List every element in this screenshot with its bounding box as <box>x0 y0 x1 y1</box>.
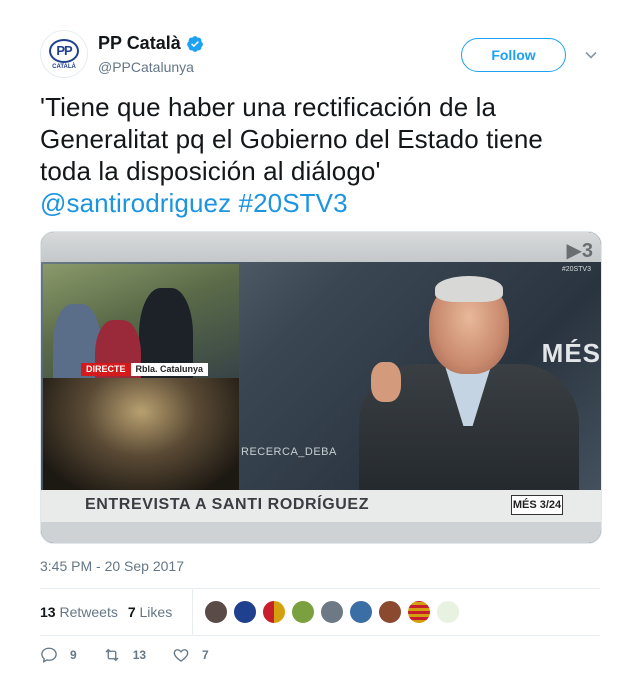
retweet-count: 13 <box>132 648 147 662</box>
divider <box>40 635 600 636</box>
like-count: 7 <box>202 648 209 662</box>
likes-stat[interactable]: 7 Likes <box>128 604 172 620</box>
liker-avatar[interactable] <box>320 600 345 624</box>
retweets-count: 13 <box>40 604 56 620</box>
likes-label: Likes <box>139 604 173 620</box>
tv3-logo-icon: ▶3 <box>566 240 593 262</box>
like-action[interactable]: 7 <box>172 646 209 664</box>
lower-third-text: ENTREVISTA A SANTI RODRÍGUEZ <box>85 496 370 513</box>
liker-avatar[interactable] <box>204 600 229 624</box>
follow-button[interactable]: Follow <box>461 38 566 72</box>
likes-count: 7 <box>127 604 136 620</box>
account-avatar[interactable]: PP CATALÀ <box>40 30 88 78</box>
retweets-stat[interactable]: 13 Retweets <box>40 604 118 620</box>
channel-badge: MÉS 3/24 <box>511 495 563 515</box>
display-name[interactable]: PP Català <box>98 33 181 54</box>
reply-action[interactable]: 9 <box>40 646 77 664</box>
channel-hashtag: #20STV3 <box>561 266 591 273</box>
person-hand <box>371 362 401 402</box>
tweet-media-image[interactable]: ▶3 #20STV3 DIRECTE Rbla. Catalunya MÉS R… <box>40 231 602 544</box>
liker-avatar[interactable] <box>233 600 258 624</box>
liker-avatar[interactable] <box>436 600 461 624</box>
liker-avatar[interactable] <box>291 600 316 624</box>
tweet-header: PP CATALÀ PP Català @PPCatalunya Follow <box>40 30 600 80</box>
chevron-down-icon[interactable] <box>584 48 598 62</box>
heart-icon <box>173 649 189 662</box>
location-label: Rbla. Catalunya <box>130 363 209 376</box>
live-caption: DIRECTE Rbla. Catalunya <box>81 363 209 376</box>
mention-link[interactable]: @santirodriguez <box>40 188 231 218</box>
directe-label: DIRECTE <box>81 363 131 376</box>
recerca-text: RECERCA_DEBA <box>241 446 337 458</box>
interviewee-figure <box>359 276 579 504</box>
bottom-strip <box>41 522 601 543</box>
person-hair <box>435 276 503 302</box>
media-top-bar <box>41 232 601 262</box>
reply-icon <box>41 647 57 664</box>
pp-logo: PP <box>49 38 79 63</box>
liker-avatar[interactable] <box>407 600 432 624</box>
retweet-icon <box>105 648 119 662</box>
hashtag-link[interactable]: #20STV3 <box>239 188 348 218</box>
tweet-actions: 9 13 7 <box>40 646 235 664</box>
verified-badge-icon <box>186 35 203 52</box>
pp-logo-subtext: CATALÀ <box>52 63 76 70</box>
account-handle[interactable]: @PPCatalunya <box>98 59 194 75</box>
stats-separator <box>192 589 194 635</box>
tweet-text: 'Tiene que haber una rectificación de la… <box>40 91 600 219</box>
tweet-body: 'Tiene que haber una rectificación de la… <box>40 92 543 186</box>
reply-count: 9 <box>70 648 77 662</box>
liker-avatar[interactable] <box>378 600 403 624</box>
retweets-label: Retweets <box>59 604 118 620</box>
liker-avatar[interactable] <box>349 600 374 624</box>
liker-avatar[interactable] <box>262 600 287 624</box>
engagement-stats: 13 Retweets 7 Likes <box>40 589 600 635</box>
tweet-timestamp[interactable]: 3:45 PM - 20 Sep 2017 <box>40 558 184 574</box>
retweet-action[interactable]: 13 <box>103 646 146 664</box>
likers-avatars <box>204 600 465 624</box>
live-inset-crowd <box>43 378 239 490</box>
name-row: PP Català <box>98 33 204 54</box>
